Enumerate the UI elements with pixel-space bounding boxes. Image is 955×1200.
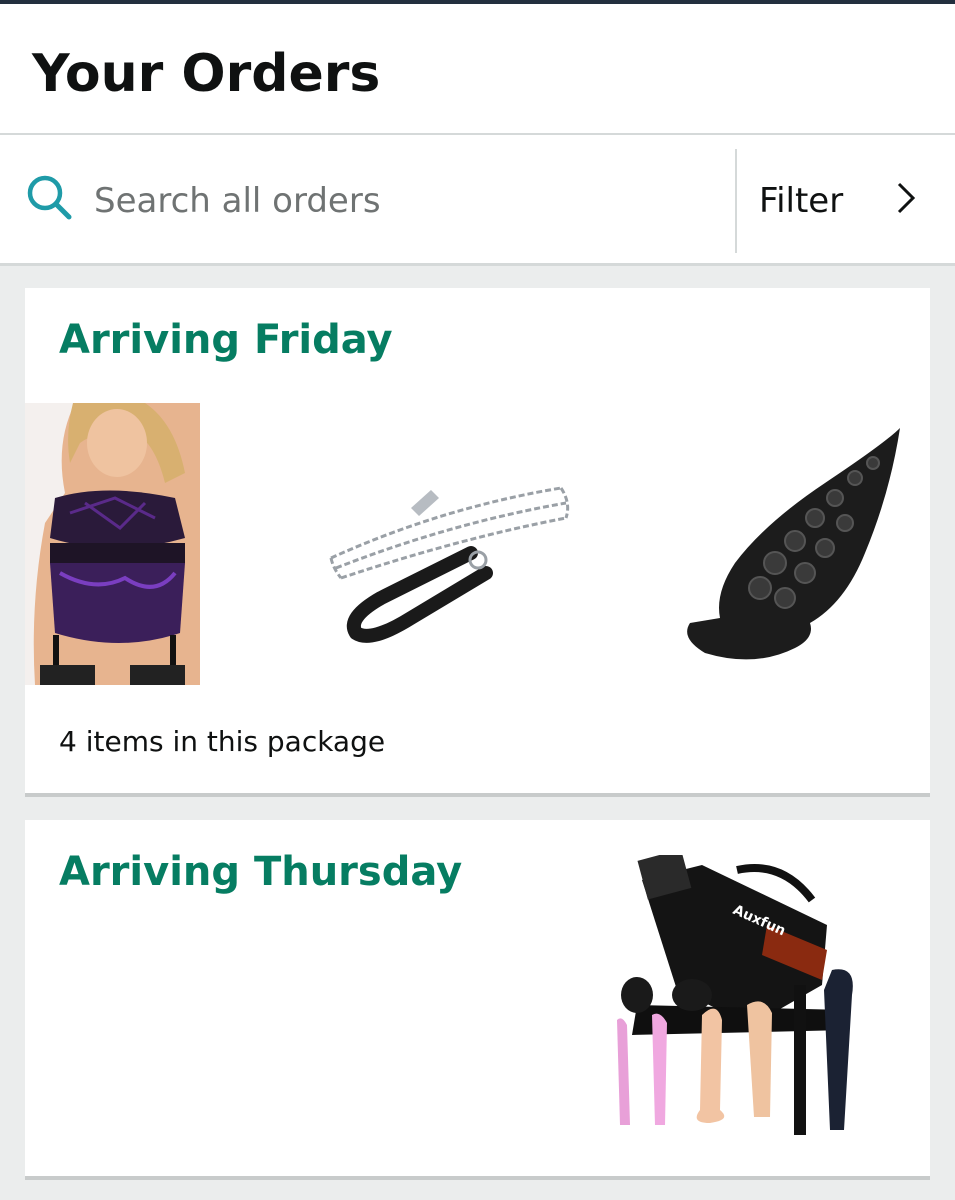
product-image-chain-leash[interactable] — [321, 468, 571, 648]
page-title: Your Orders — [32, 44, 381, 104]
product-image-lingerie[interactable] — [25, 403, 200, 685]
filter-label: Filter — [759, 181, 844, 221]
items-in-package: 4 items in this package — [59, 725, 386, 758]
order-card[interactable]: Arriving Thursday Auxfun — [25, 820, 930, 1180]
filter-button[interactable]: Filter — [738, 135, 955, 263]
search-input[interactable] — [94, 176, 694, 226]
search-filter-divider — [735, 149, 737, 253]
product-image-machine[interactable]: Auxfun — [582, 855, 857, 1140]
search-icon[interactable] — [24, 172, 76, 224]
arrival-status[interactable]: Arriving Thursday — [59, 848, 462, 896]
page-header: Your Orders — [0, 4, 955, 135]
order-card[interactable]: Arriving Friday 4 items in this package — [25, 288, 930, 797]
chevron-right-icon — [897, 182, 916, 214]
product-image-black-toy[interactable] — [675, 423, 905, 668]
arrival-status[interactable]: Arriving Friday — [59, 316, 393, 364]
